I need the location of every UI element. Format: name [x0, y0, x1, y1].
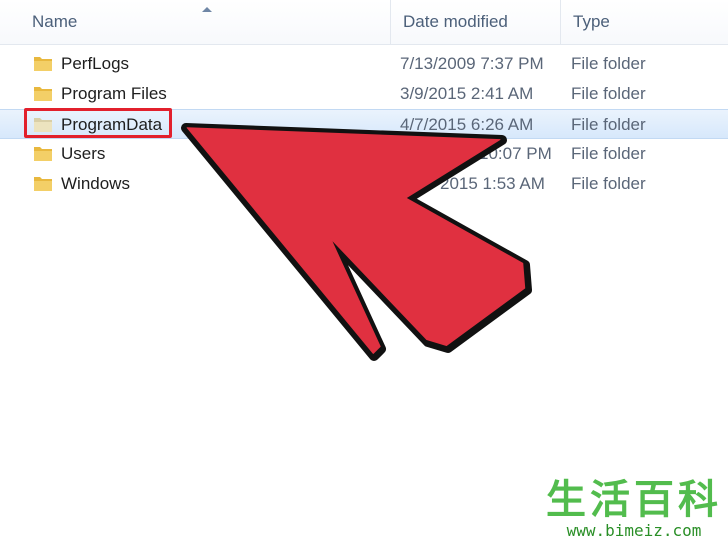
file-name: Program Files: [61, 84, 167, 103]
file-date-modified: 2015 1:53 AM: [440, 174, 545, 193]
folder-row-perflogs[interactable]: PerfLogs 7/13/2009 7:37 PM File folder: [0, 49, 728, 79]
watermark: 生活百科 www.bimeiz.com: [546, 478, 722, 540]
folder-icon: [34, 147, 52, 161]
file-type: File folder: [571, 144, 646, 163]
file-date-modified: 4/7/2015 6:26 AM: [400, 115, 534, 134]
file-type: File folder: [571, 115, 646, 134]
file-date-modified: 7/13/2009 7:37 PM: [400, 54, 544, 73]
watermark-url: www.bimeiz.com: [566, 521, 702, 540]
file-type: File folder: [571, 54, 646, 73]
file-date-modified: 10:07 PM: [479, 144, 552, 163]
highlight-box: [24, 108, 172, 138]
folder-row-windows[interactable]: Windows 2015 1:53 AM File folder: [0, 169, 728, 199]
file-type: File folder: [571, 84, 646, 103]
file-name: PerfLogs: [61, 54, 130, 73]
folder-row-program-files[interactable]: Program Files 3/9/2015 2:41 AM File fold…: [0, 79, 728, 109]
column-header-type[interactable]: Type: [560, 0, 728, 44]
file-type: File folder: [571, 174, 646, 193]
sort-up-icon: [202, 7, 212, 12]
watermark-logo: 生活百科: [546, 478, 722, 522]
file-name: Windows: [61, 174, 130, 193]
folder-icon: [34, 87, 52, 101]
file-name: Users: [61, 144, 106, 163]
folder-icon: [34, 177, 52, 191]
folder-row-users[interactable]: Users 10:07 PM File folder: [0, 139, 728, 169]
column-header-bar: Name Date modified Type: [0, 0, 728, 45]
file-date-modified: 3/9/2015 2:41 AM: [400, 84, 534, 103]
column-header-date-modified[interactable]: Date modified: [390, 0, 560, 44]
file-explorer: Name Date modified Type PerfLogs 7/13/20…: [0, 0, 728, 546]
folder-icon: [34, 57, 52, 71]
